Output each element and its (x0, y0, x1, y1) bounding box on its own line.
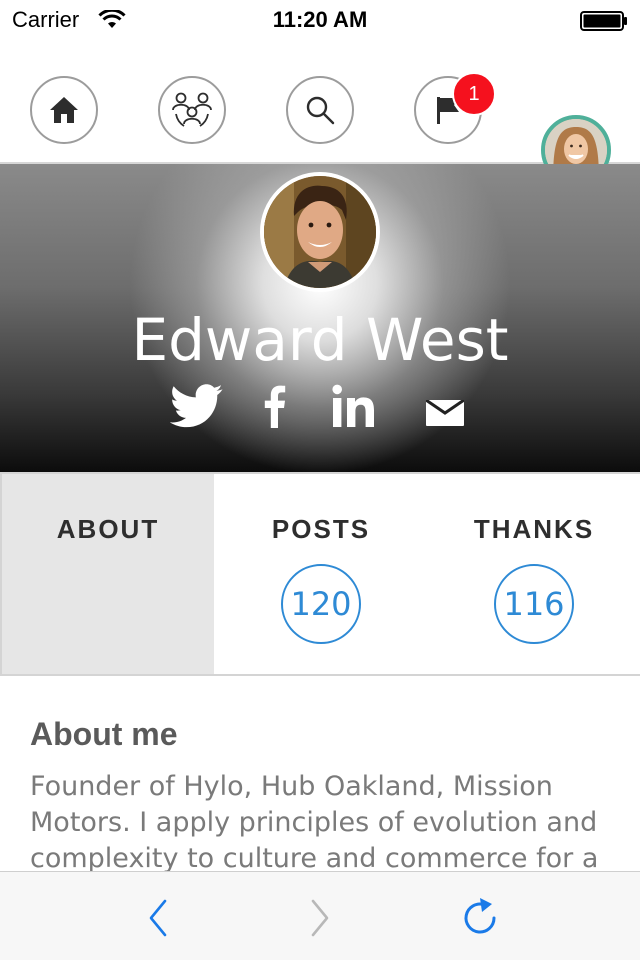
twitter-icon[interactable] (170, 384, 224, 428)
tab-about-label: ABOUT (56, 514, 160, 544)
profile-name: Edward West (131, 306, 509, 374)
battery-icon (580, 11, 627, 31)
linkedin-icon[interactable] (332, 384, 376, 428)
about-section: About me Founder of Hylo, Hub Oakland, M… (30, 716, 610, 877)
profile-tabs: ABOUT POSTS 120 THANKS 116 (0, 472, 640, 676)
notification-badge: 1 (452, 72, 496, 116)
forward-icon (311, 899, 329, 937)
posts-count: 120 (281, 564, 361, 644)
search-button[interactable] (286, 76, 354, 144)
tab-thanks[interactable]: THANKS 116 (428, 474, 640, 674)
about-title: About me (30, 716, 178, 752)
tab-about[interactable]: ABOUT (2, 474, 214, 674)
groups-icon (172, 92, 212, 127)
social-links (0, 384, 640, 434)
about-text: Founder of Hylo, Hub Oakland, Mission Mo… (30, 771, 599, 874)
clock: 11:20 AM (272, 7, 368, 32)
profile-photo (260, 172, 380, 292)
home-button[interactable] (30, 76, 98, 144)
home-icon (50, 97, 78, 123)
tab-thanks-label: THANKS (473, 514, 595, 544)
status-bar: Carrier 11:20 AM (0, 0, 640, 40)
forward-button[interactable] (298, 896, 342, 940)
search-icon (306, 96, 335, 125)
profile-header: Edward West (0, 164, 640, 472)
back-icon (149, 899, 167, 937)
facebook-icon[interactable] (262, 384, 286, 428)
tab-posts[interactable]: POSTS 120 (214, 474, 428, 674)
reload-button[interactable] (460, 896, 504, 940)
thanks-count: 116 (494, 564, 574, 644)
email-icon[interactable] (426, 400, 464, 426)
groups-button[interactable] (158, 76, 226, 144)
reload-icon (464, 898, 496, 934)
tab-posts-label: POSTS (271, 514, 371, 544)
top-nav: 1 (0, 40, 640, 185)
browser-toolbar (0, 871, 640, 960)
back-button[interactable] (136, 896, 180, 940)
profile-photo-image (264, 176, 376, 288)
